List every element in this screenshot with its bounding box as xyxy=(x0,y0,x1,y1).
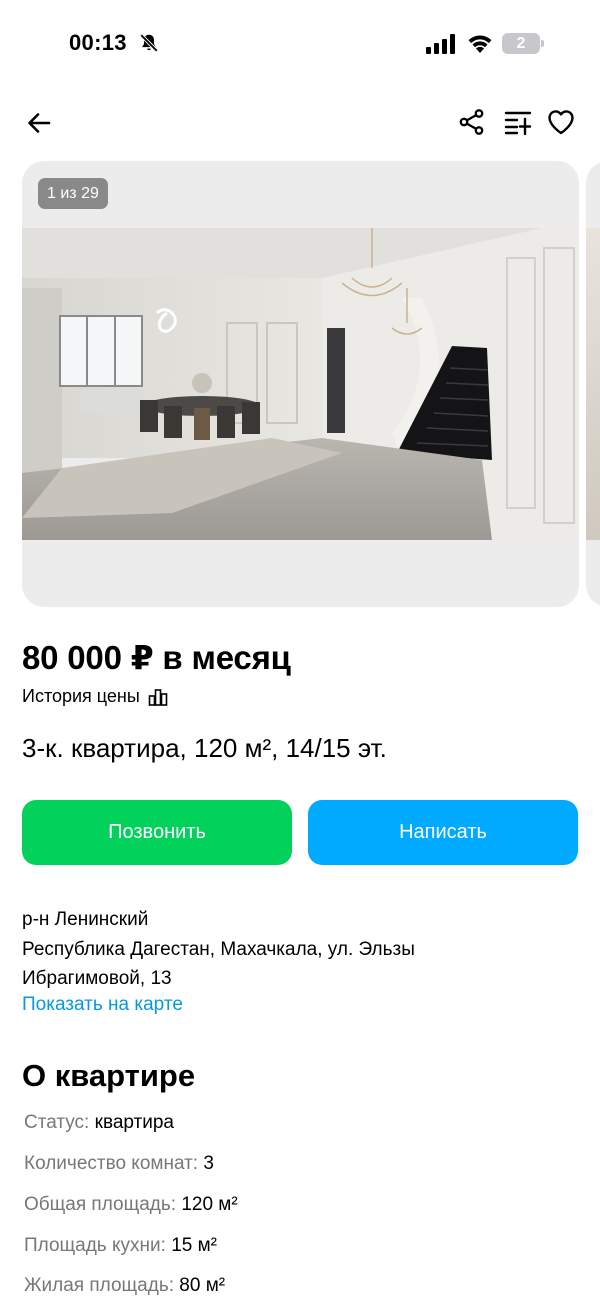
param-key: Количество комнат: xyxy=(24,1153,204,1174)
param-row: Площадь кухни: 15 м² xyxy=(24,1235,217,1257)
param-row: Статус: квартира xyxy=(24,1112,174,1134)
apartment-photo[interactable] xyxy=(22,228,579,540)
battery-level: 2 xyxy=(516,35,526,52)
address-line-1: Республика Дагестан, Махачкала, ул. Эльз… xyxy=(22,938,415,960)
message-button[interactable]: Написать xyxy=(308,800,578,865)
status-bar: 00:13 2 xyxy=(0,0,600,90)
photo-gallery[interactable]: 1 из 29 xyxy=(22,161,579,607)
photo-counter: 1 из 29 xyxy=(38,178,108,209)
address-block: р-н Ленинский Республика Дагестан, Махач… xyxy=(22,905,578,994)
call-button[interactable]: Позвонить xyxy=(22,800,292,865)
listing-page: 00:13 2 1 из 29 80 000 ₽ в месяц История… xyxy=(0,0,600,1303)
param-value: 120 м² xyxy=(181,1194,238,1215)
share-icon[interactable] xyxy=(457,107,487,137)
price-history-label: История цены xyxy=(22,686,140,706)
heart-icon[interactable] xyxy=(546,107,576,137)
param-key: Общая площадь: xyxy=(24,1194,182,1215)
show-on-map-link[interactable]: Показать на карте xyxy=(22,994,183,1016)
param-key: Статус: xyxy=(24,1112,95,1133)
compare-icon[interactable] xyxy=(503,107,533,137)
status-time: 00:13 xyxy=(69,30,127,55)
bar-chart-icon xyxy=(148,688,168,706)
price: 80 000 ₽ в месяц xyxy=(22,639,291,676)
listing-title: 3-к. квартира, 120 м², 14/15 эт. xyxy=(22,733,387,763)
about-section-title: О квартире xyxy=(22,1058,196,1093)
param-value: 3 xyxy=(203,1153,214,1174)
signal-icon xyxy=(426,34,455,54)
param-key: Площадь кухни: xyxy=(24,1235,172,1256)
param-value: 15 м² xyxy=(171,1235,217,1256)
param-value: 80 м² xyxy=(179,1275,226,1296)
next-photo-preview[interactable] xyxy=(586,161,600,607)
back-arrow-icon[interactable] xyxy=(24,108,54,138)
battery-icon: 2 xyxy=(502,33,544,55)
param-row: Количество комнат: 3 xyxy=(24,1153,214,1175)
param-key: Жилая площадь: xyxy=(24,1275,180,1296)
price-history-link[interactable]: История цены xyxy=(22,686,168,707)
param-row: Общая площадь: 120 м² xyxy=(24,1194,238,1216)
wifi-icon xyxy=(468,35,492,53)
address-line-2: Ибрагимовой, 13 xyxy=(22,968,172,989)
param-value: квартира xyxy=(94,1112,174,1133)
address-district: р-н Ленинский xyxy=(22,909,149,930)
bell-off-icon xyxy=(139,33,159,53)
param-row: Жилая площадь: 80 м² xyxy=(24,1275,225,1297)
